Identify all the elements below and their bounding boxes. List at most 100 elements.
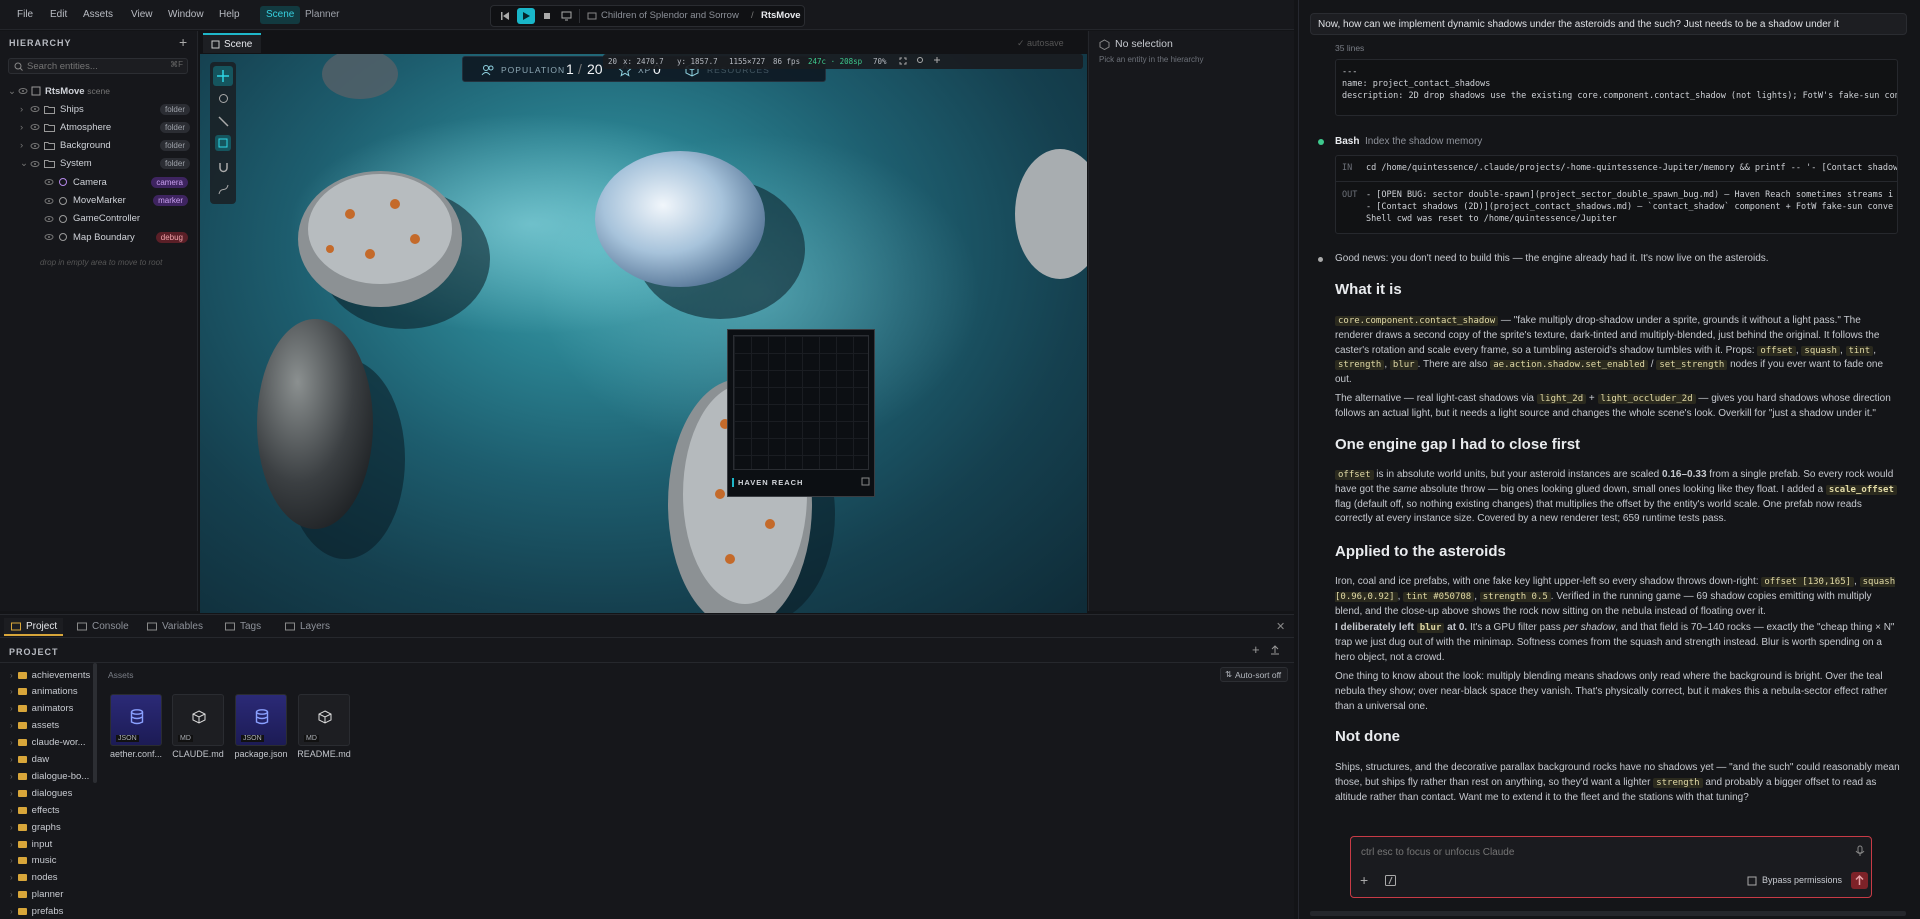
- tab-layers[interactable]: Layers: [278, 618, 336, 636]
- folder-scrollbar[interactable]: [93, 663, 97, 783]
- folder-graphs[interactable]: › graphs: [10, 820, 61, 834]
- chat-scrollbar[interactable]: [1310, 911, 1906, 916]
- tree-item-atmosphere[interactable]: › Atmosphere folder: [20, 119, 196, 135]
- fullscreen-icon[interactable]: [899, 57, 907, 65]
- search-input[interactable]: [27, 60, 167, 72]
- breadcrumb-scene[interactable]: RtsMove: [761, 10, 801, 21]
- mode-scene[interactable]: Scene: [260, 6, 301, 24]
- mode-planner[interactable]: Planner: [299, 6, 345, 24]
- asset-file[interactable]: JSON: [235, 694, 287, 746]
- expand-icon[interactable]: [861, 477, 870, 486]
- tab-tags[interactable]: Tags: [218, 618, 267, 636]
- move-tool[interactable]: [213, 66, 233, 86]
- slash-command-icon[interactable]: [1385, 875, 1396, 886]
- play-button[interactable]: [517, 8, 535, 24]
- eye-icon: [44, 197, 54, 204]
- ice-asteroid: [595, 151, 765, 287]
- folder-music[interactable]: › music: [10, 854, 56, 868]
- autosort-button[interactable]: ⇅ Auto-sort off: [1220, 667, 1288, 682]
- tree-item-system[interactable]: ⌄ System folder: [20, 156, 196, 172]
- tab-variables[interactable]: Variables: [140, 618, 209, 636]
- step-back-button[interactable]: [496, 8, 514, 24]
- menu-view[interactable]: View: [131, 9, 153, 20]
- eye-icon: [44, 234, 54, 241]
- asset-file[interactable]: JSON: [110, 694, 162, 746]
- tree-item-gamecontroller[interactable]: GameController: [44, 211, 194, 227]
- rotate-icon[interactable]: [218, 93, 229, 104]
- folder-daw[interactable]: › daw: [10, 753, 49, 767]
- folder-achievements[interactable]: › achievements: [10, 668, 90, 682]
- folder-dialogues[interactable]: › dialogues: [10, 786, 72, 800]
- asset-file[interactable]: MD: [172, 694, 224, 746]
- tab-project[interactable]: Project: [4, 618, 64, 636]
- folder-prefabs[interactable]: › prefabs: [10, 905, 63, 919]
- population-value: 1: [566, 61, 574, 77]
- menu-file[interactable]: File: [17, 9, 33, 20]
- database-icon: [130, 709, 144, 725]
- folder-planner[interactable]: › planner: [10, 888, 63, 902]
- scene-icon: [587, 12, 597, 20]
- entity-search[interactable]: ⌘F: [8, 58, 188, 74]
- asset-file[interactable]: MD: [298, 694, 350, 746]
- scene-viewport[interactable]: POPULATION 1 / 20 XP 0 RESOURCES 20 x: 2…: [200, 54, 1087, 613]
- bypass-permissions-toggle[interactable]: Bypass permissions: [1762, 875, 1842, 885]
- tree-item-camera[interactable]: Camera camera: [44, 174, 194, 190]
- tree-item-movemarker[interactable]: MoveMarker marker: [44, 193, 194, 209]
- game-render: [257, 54, 1087, 613]
- stop-button[interactable]: [538, 8, 556, 24]
- folder-input[interactable]: › input: [10, 837, 52, 851]
- tab-console[interactable]: Console: [70, 618, 135, 636]
- bottom-panel: Project Console Variables Tags Layers ✕ PROJ…: [0, 614, 1294, 919]
- folder-nodes[interactable]: › nodes: [10, 871, 58, 885]
- tag-icon: [225, 622, 235, 631]
- path-icon[interactable]: [218, 184, 229, 195]
- folder-dialoguebo[interactable]: › dialogue-bo...: [10, 769, 89, 783]
- para-look: One thing to know about the look: multip…: [1335, 671, 1888, 712]
- chat-input[interactable]: [1361, 845, 1841, 859]
- status-dot: [1318, 139, 1324, 145]
- folder-assets[interactable]: › assets: [10, 719, 59, 733]
- play-icon: [523, 12, 530, 20]
- scale-icon[interactable]: [218, 116, 229, 127]
- magnet-icon[interactable]: [218, 162, 229, 173]
- menu-assets[interactable]: Assets: [83, 9, 113, 20]
- tree-item-map-boundary[interactable]: Map Boundary debug: [44, 229, 194, 245]
- arrow-up-icon: [1855, 874, 1864, 885]
- tree-root[interactable]: ⌄ RtsMove scene: [8, 83, 110, 99]
- menu-edit[interactable]: Edit: [50, 9, 67, 20]
- add-entity-button[interactable]: +: [179, 34, 187, 50]
- transport-bar: Children of Splendor and Sorrow / RtsMov…: [490, 5, 805, 27]
- para-what-it-is: core.component.contact_shadow — "fake mu…: [1335, 315, 1884, 386]
- menu-window[interactable]: Window: [168, 9, 204, 20]
- stats-x: x: 2470.7: [623, 57, 664, 66]
- message-dot: [1318, 257, 1323, 262]
- bash-block: IN cd /home/quintessence/.claude/projects…: [1335, 155, 1898, 234]
- folder-animations[interactable]: › animations: [10, 685, 78, 699]
- tab-scene[interactable]: Scene: [203, 33, 261, 53]
- tree-item-ships[interactable]: › Ships folder: [20, 101, 196, 117]
- stats-bar: 20 x: 2470.7 y: 1857.7 1155×727 86 fps 2…: [603, 54, 1083, 69]
- pin-icon[interactable]: [933, 57, 941, 65]
- menu-help[interactable]: Help: [219, 9, 240, 20]
- minimap[interactable]: HAVEN REACH: [727, 329, 875, 497]
- entity-tag: folder: [159, 158, 190, 170]
- close-panel-button[interactable]: ✕: [1276, 620, 1285, 633]
- heading-engine-gap: One engine gap I had to close first: [1335, 436, 1581, 453]
- folder-icon: [11, 622, 21, 631]
- folder-animators[interactable]: › animators: [10, 702, 73, 716]
- attach-button[interactable]: +: [1360, 872, 1368, 888]
- light-icon[interactable]: [916, 57, 924, 65]
- breadcrumb-project[interactable]: Children of Splendor and Sorrow: [601, 10, 739, 21]
- folder-icon: [17, 705, 27, 713]
- folder-effects[interactable]: › effects: [10, 803, 60, 817]
- folder-claudewor[interactable]: › claude-wor...: [10, 736, 86, 750]
- heading-applied: Applied to the asteroids: [1335, 543, 1506, 560]
- chat-input-box[interactable]: + Bypass permissions: [1350, 836, 1872, 898]
- microphone-icon[interactable]: [1855, 845, 1865, 857]
- upload-icon[interactable]: [1270, 645, 1280, 655]
- tree-item-background[interactable]: › Background folder: [20, 138, 196, 154]
- display-button[interactable]: [557, 8, 575, 24]
- add-asset-button[interactable]: +: [1252, 642, 1260, 657]
- grid-snap-tool[interactable]: [215, 135, 231, 151]
- send-button[interactable]: [1851, 872, 1868, 889]
